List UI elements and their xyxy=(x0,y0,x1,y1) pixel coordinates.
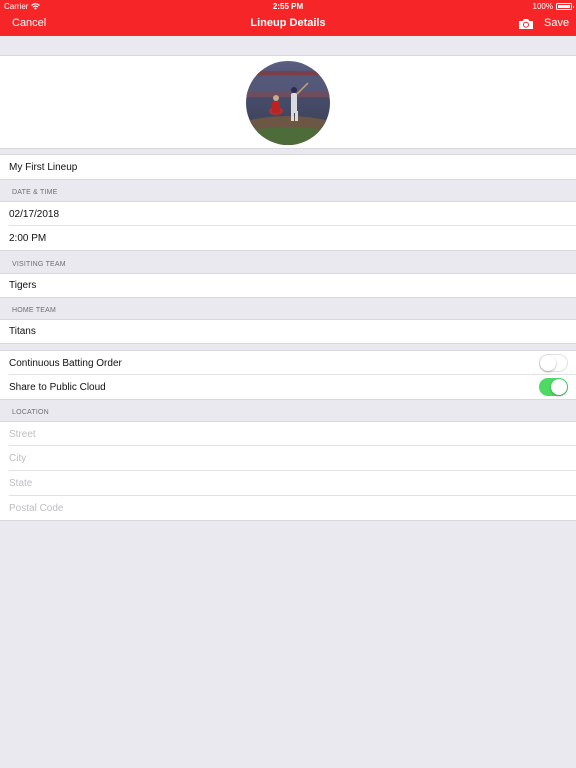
time-field[interactable]: 2:00 PM xyxy=(0,226,576,251)
lineup-photo[interactable] xyxy=(246,61,330,145)
postal-code-field[interactable]: Postal Code xyxy=(0,496,576,521)
home-team-value: Titans xyxy=(9,326,36,337)
status-bar: Carrier 2:55 PM 100% xyxy=(0,0,576,12)
toggle-knob xyxy=(540,355,556,371)
camera-icon[interactable] xyxy=(518,18,534,30)
postal-code-placeholder: Postal Code xyxy=(9,502,64,514)
lineup-name-value: My First Lineup xyxy=(9,161,78,173)
street-field[interactable]: Street xyxy=(0,421,576,446)
baseball-photo-image xyxy=(246,61,330,145)
status-time: 2:55 PM xyxy=(272,2,304,11)
battery-indicator: 100% xyxy=(532,2,574,11)
share-public-label: Share to Public Cloud xyxy=(9,381,106,393)
continuous-batting-row: Continuous Batting Order xyxy=(0,350,576,375)
home-team-header: HOME TEAM xyxy=(12,307,57,314)
date-field[interactable]: 02/17/2018 xyxy=(0,201,576,226)
page-title: Lineup Details xyxy=(250,17,326,29)
time-value: 2:00 PM xyxy=(9,232,47,244)
visiting-team-value: Tigers xyxy=(9,280,37,291)
toggle-knob xyxy=(551,379,567,395)
date-value: 02/17/2018 xyxy=(9,208,60,220)
photo-section xyxy=(0,55,576,149)
share-public-row: Share to Public Cloud xyxy=(0,375,576,400)
state-field[interactable]: State xyxy=(0,471,576,496)
save-button[interactable]: Save xyxy=(544,17,569,29)
continuous-batting-toggle[interactable] xyxy=(539,354,568,372)
street-placeholder: Street xyxy=(9,428,36,440)
cancel-button[interactable]: Cancel xyxy=(12,17,46,29)
visiting-team-header: VISITING TEAM xyxy=(12,261,66,268)
lineup-name-field[interactable]: My First Lineup xyxy=(0,154,576,180)
battery-percent: 100% xyxy=(532,2,553,11)
state-placeholder: State xyxy=(9,478,33,489)
home-team-field[interactable]: Titans xyxy=(0,319,576,344)
city-field[interactable]: City xyxy=(0,446,576,471)
battery-icon xyxy=(556,3,574,10)
date-time-header: DATE & TIME xyxy=(12,189,58,196)
continuous-batting-label: Continuous Batting Order xyxy=(9,357,122,369)
share-public-toggle[interactable] xyxy=(539,378,568,396)
visiting-team-field[interactable]: Tigers xyxy=(0,273,576,298)
location-header: LOCATION xyxy=(12,409,49,416)
navigation-bar: Cancel Lineup Details Save xyxy=(0,12,576,36)
city-placeholder: City xyxy=(9,453,27,464)
